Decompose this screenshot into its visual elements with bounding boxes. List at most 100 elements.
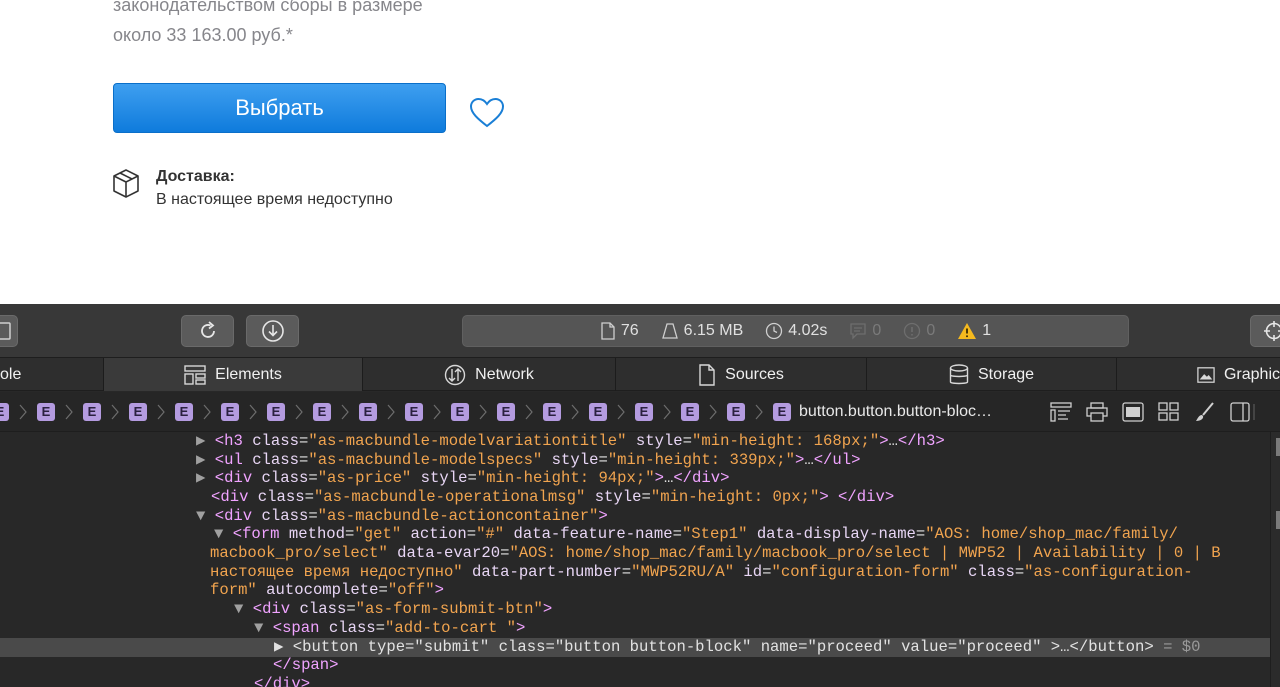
breadcrumb-element-badge[interactable]: E xyxy=(129,402,147,421)
tab-graphics-label: Graphic xyxy=(1223,365,1280,383)
breadcrumb-element-badge[interactable]: E xyxy=(221,402,239,421)
breadcrumb-separator xyxy=(239,403,267,421)
dom-breadcrumb: E E E E E E E E E E E E E E E E E Ebutton.button.button-b… xyxy=(0,392,1280,432)
inspector-toolbar: 76 6.15 MB 4.02s 0 0 1 xyxy=(0,304,1280,358)
tab-console-label: ole xyxy=(0,365,22,383)
dom-node-price[interactable]: ▶ <div class="as-price" style="min-heigh… xyxy=(196,469,729,488)
breadcrumb-element-badge[interactable]: E xyxy=(359,402,377,421)
dom-node-submit-btn-div[interactable]: ▼ <div class="as-form-submit-btn"> xyxy=(234,600,552,619)
logs-stat[interactable]: 0 xyxy=(849,322,881,340)
dom-tree: ▶ <h3 class="as-macbundle-modelvariation… xyxy=(0,432,1270,687)
breadcrumb-element-badge[interactable]: E xyxy=(405,402,423,421)
dom-node-ul[interactable]: ▶ <ul class="as-macbundle-modelspecs" st… xyxy=(196,451,860,470)
tab-elements-label: Elements xyxy=(215,365,282,383)
price-note: законодательством сборы в размере около … xyxy=(113,0,533,50)
resources-stat[interactable]: 76 xyxy=(600,322,639,340)
window-icon[interactable] xyxy=(1122,402,1144,422)
dom-node-form-cont3: form" autocomplete="off"> xyxy=(210,581,444,599)
tab-storage-label: Storage xyxy=(977,365,1035,383)
print-icon[interactable] xyxy=(1086,402,1108,422)
layout-icon[interactable] xyxy=(1050,402,1072,422)
dom-node-button-selected[interactable]: ▶ <button type="submit" class="button bu… xyxy=(274,638,1201,657)
breadcrumb-separator xyxy=(101,403,129,421)
breadcrumb-separator xyxy=(147,403,175,421)
delivery-status: В настоящее время недоступно xyxy=(156,191,393,208)
breadcrumb-separator xyxy=(423,403,451,421)
reload-icon xyxy=(200,321,215,338)
tab-network[interactable]: Network xyxy=(363,358,616,391)
message-icon xyxy=(850,323,867,340)
brush-icon[interactable] xyxy=(1194,402,1216,422)
gutter-marker xyxy=(1276,511,1280,529)
inspector-tabs: ole Elements Network Sources Storage Gra… xyxy=(0,358,1280,391)
logs-count: 0 xyxy=(872,322,882,339)
tab-network-label: Network xyxy=(475,365,534,383)
weight-icon xyxy=(661,323,678,339)
breadcrumb-separator xyxy=(699,403,727,421)
dom-node-form[interactable]: ▼ <form method="get" action="#" data-fea… xyxy=(214,525,1178,544)
breadcrumb-element-badge[interactable]: E xyxy=(589,402,607,421)
errors-stat[interactable]: 0 xyxy=(903,322,935,340)
reload-button[interactable] xyxy=(181,315,234,347)
gutter-marker xyxy=(1276,438,1280,456)
grid-icon[interactable] xyxy=(1158,402,1180,422)
resources-count: 76 xyxy=(620,322,639,339)
dom-scrollbar[interactable] xyxy=(1270,432,1280,687)
breadcrumb-element-badge[interactable]: E xyxy=(681,402,699,421)
dom-node-operationalmsg[interactable]: <div class="as-macbundle-operationalmsg"… xyxy=(211,488,894,507)
size-stat[interactable]: 6.15 MB xyxy=(661,322,743,340)
dom-node-h3[interactable]: ▶ <h3 class="as-macbundle-modelvariation… xyxy=(196,432,945,451)
breadcrumb-separator xyxy=(285,403,313,421)
breadcrumb-element-badge[interactable]: E xyxy=(37,402,55,421)
page-stats: 76 6.15 MB 4.02s 0 0 1 xyxy=(462,315,1129,347)
breadcrumb-selected[interactable]: button.button.button-bloc… xyxy=(799,403,992,421)
web-inspector: 76 6.15 MB 4.02s 0 0 1 ole Elements Netw… xyxy=(0,304,1280,687)
breadcrumb-element-badge[interactable]: E xyxy=(727,402,745,421)
dom-node-actioncontainer[interactable]: ▼ <div class="as-macbundle-actioncontain… xyxy=(196,507,608,526)
breadcrumb-element-badge[interactable]: E xyxy=(497,402,515,421)
dom-node-span[interactable]: ▼ <span class="add-to-cart "> xyxy=(254,619,525,638)
breadcrumb-separator xyxy=(377,403,405,421)
crosshair-icon xyxy=(1264,321,1280,341)
tab-graphics[interactable]: Graphic xyxy=(1117,358,1280,391)
breadcrumb-element-badge[interactable]: E xyxy=(83,402,101,421)
breadcrumb-separator xyxy=(515,403,543,421)
breadcrumb-element-badge[interactable]: E xyxy=(543,402,561,421)
time-value: 4.02s xyxy=(788,322,828,339)
delivery-title: Доставка: xyxy=(156,168,235,185)
breadcrumb-separator xyxy=(469,403,497,421)
tab-console[interactable]: ole xyxy=(0,358,104,391)
sidebar-icon[interactable] xyxy=(1230,402,1256,422)
breadcrumb-separator xyxy=(193,403,221,421)
tab-sources[interactable]: Sources xyxy=(616,358,867,391)
breadcrumb-element-badge[interactable]: E xyxy=(313,402,331,421)
download-button[interactable] xyxy=(246,315,299,347)
breadcrumb-element-badge[interactable]: E xyxy=(635,402,653,421)
breadcrumb-element-badge[interactable]: E xyxy=(451,402,469,421)
breadcrumb-separator xyxy=(653,403,681,421)
dom-node-span-close: </span> xyxy=(273,656,339,674)
breadcrumb-separator xyxy=(745,403,773,421)
breadcrumb-element-badge[interactable]: E xyxy=(773,402,791,421)
tab-storage[interactable]: Storage xyxy=(867,358,1117,391)
network-icon xyxy=(444,364,466,385)
breadcrumb-element-badge[interactable]: E xyxy=(0,402,9,421)
time-stat[interactable]: 4.02s xyxy=(765,322,827,340)
breadcrumb-element-badge[interactable]: E xyxy=(175,402,193,421)
document-icon xyxy=(601,322,615,340)
web-page: законодательством сборы в размере около … xyxy=(0,0,1280,304)
tab-elements[interactable]: Elements xyxy=(104,358,363,391)
heart-icon[interactable] xyxy=(468,96,506,130)
inspect-element-button[interactable] xyxy=(1250,315,1280,347)
price-note-line2: около 33 163.00 руб.* xyxy=(113,25,293,45)
price-note-line1: законодательством сборы в размере xyxy=(113,0,423,15)
breadcrumb-element-badge[interactable]: E xyxy=(267,402,285,421)
breadcrumb-separator xyxy=(9,403,37,421)
warnings-stat[interactable]: 1 xyxy=(957,322,991,340)
dock-icon xyxy=(0,322,11,340)
dock-button[interactable] xyxy=(0,315,18,347)
warning-icon xyxy=(958,323,977,339)
warnings-count: 1 xyxy=(982,322,992,339)
select-button[interactable]: Выбрать xyxy=(113,83,446,133)
database-icon xyxy=(949,363,969,384)
